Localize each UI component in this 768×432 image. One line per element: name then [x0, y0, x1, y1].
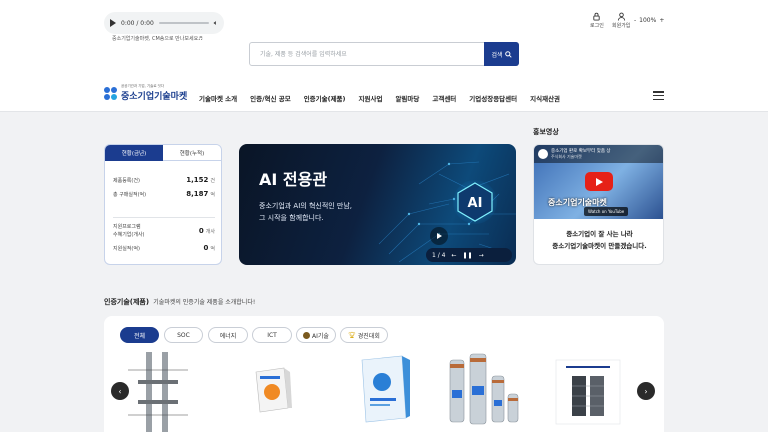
banner-controls: 1 / 4 ← ❚❚ →	[426, 248, 512, 262]
nav-item-about[interactable]: 기술마켓 소개	[199, 93, 237, 103]
video-channel: 주식회사 기술마켓	[551, 154, 582, 159]
product-image[interactable]	[356, 354, 412, 424]
menu-icon[interactable]	[653, 91, 664, 100]
next-icon[interactable]: →	[479, 252, 484, 259]
section-subtitle: 기술마켓의 인증기술 제품을 소개합니다!	[153, 299, 256, 306]
ai-chip-icon: AI	[453, 180, 497, 224]
youtube-play-icon[interactable]	[585, 172, 613, 191]
play-icon[interactable]	[110, 19, 116, 27]
category-all[interactable]: 전체	[120, 327, 159, 343]
stat-row: 지원프로그램 수혜기업(개사) 0 개사	[113, 223, 215, 239]
nav-item-contest[interactable]: 인증/혁신 공모	[250, 93, 291, 103]
stat-unit: 개사	[205, 229, 215, 235]
login-link[interactable]: 로그인	[590, 12, 604, 29]
category-contest-label: 경진대회	[357, 332, 380, 340]
category-ict[interactable]: ICT	[252, 327, 292, 343]
stat-value: 1,152	[186, 176, 209, 184]
signup-label: 회원가입	[612, 23, 631, 29]
promo-line-2: 중소기업기술마켓이 만들겠습니다.	[552, 242, 647, 250]
nav-item-certified[interactable]: 인증기술(제품)	[304, 93, 346, 103]
product-image[interactable]	[250, 366, 294, 414]
nav-item-notice[interactable]: 알림마당	[395, 93, 419, 103]
stat-label: 지원프로그램 수혜기업(개사)	[113, 224, 145, 238]
carousel-next-button[interactable]: ›	[637, 382, 655, 400]
category-energy[interactable]: 에너지	[208, 327, 248, 343]
main-nav: 기술마켓 소개 인증/혁신 공모 인증기술(제품) 지원사업 알림마당 고객센터…	[199, 93, 560, 103]
ai-chip-label: AI	[468, 196, 483, 211]
stat-value: 0	[198, 227, 204, 235]
stat-row: 총 구매실적(억) 8,187 억	[113, 190, 215, 198]
section-title: 인증기술(제품)	[104, 298, 150, 306]
zoom-level: 100%	[639, 17, 657, 24]
banner-title: AI 전용관	[259, 170, 328, 189]
banner-page: 1 / 4	[432, 251, 446, 259]
section-heading: 인증기술(제품) 기술마켓의 인증기술 제품을 소개합니다!	[104, 297, 255, 307]
tab-current-year[interactable]: 현황(금년)	[105, 145, 163, 161]
zoom-control: - 100% +	[634, 17, 664, 24]
audio-player[interactable]: 0:00 / 0:00 🔈︎	[104, 12, 224, 34]
channel-avatar	[538, 149, 548, 159]
audio-progress[interactable]	[158, 22, 209, 24]
play-icon[interactable]	[430, 227, 448, 245]
zoom-in-button[interactable]: +	[659, 17, 664, 24]
nav-item-customer[interactable]: 고객센터	[432, 93, 456, 103]
stat-row: 지원실적(억) 0억	[113, 244, 215, 252]
category-ai[interactable]: AI기술	[296, 327, 336, 343]
banner-line-1: 중소기업과 AI의 혁신적인 만남,	[259, 202, 353, 210]
search-button-label: 검색	[491, 51, 503, 59]
nav-item-support[interactable]: 지원사업	[359, 93, 383, 103]
promo-line-1: 중소기업이 잘 사는 나라	[566, 230, 633, 238]
stat-label: 제품등록(건)	[113, 178, 140, 184]
stat-label: 총 구매실적(억)	[113, 192, 147, 198]
banner-line-2: 그 시작을 함께합니다.	[259, 214, 324, 222]
stat-label: 지원실적(억)	[113, 246, 140, 252]
lock-icon	[593, 12, 601, 21]
stat-unit: 억	[210, 246, 215, 252]
audio-note: 중소기업기술마켓, CM송으로 만나보세요♬	[112, 36, 203, 42]
nav-item-growth[interactable]: 기업성장응답센터	[469, 93, 517, 103]
logo-name: 중소기업기술마켓	[121, 92, 188, 102]
user-icon	[617, 12, 625, 21]
tab-cumulative[interactable]: 현황(누적)	[163, 145, 221, 161]
ai-badge-icon	[303, 331, 311, 339]
trophy-icon: 🏆︎	[348, 331, 356, 339]
site-header: 0:00 / 0:00 🔈︎ 중소기업기술마켓, CM송으로 만나보세요♬ 검색…	[0, 0, 768, 112]
stat-unit: 건	[210, 178, 215, 184]
prev-icon[interactable]: ←	[451, 252, 456, 259]
zoom-out-button[interactable]: -	[634, 17, 636, 24]
audio-time: 0:00 / 0:00	[121, 19, 154, 27]
volume-icon[interactable]: 🔈︎	[214, 19, 218, 28]
watch-on-youtube[interactable]: Watch on YouTube	[584, 207, 629, 216]
stat-unit: 억	[210, 192, 215, 198]
stat-row: 제품등록(건) 1,152 건	[113, 176, 215, 184]
pause-icon[interactable]: ❚❚	[463, 252, 473, 259]
nav-item-ip[interactable]: 지식재산권	[530, 93, 560, 103]
divider	[113, 217, 215, 218]
watch-label: Watch on YouTube	[588, 209, 625, 214]
product-image[interactable]	[440, 350, 540, 430]
stats-panel: 현황(금년) 현황(누적) 제품등록(건) 1,152 건 총 구매실적(억) 8…	[104, 144, 222, 265]
site-logo[interactable]: 공공기관과 기업, 기술로 잇다 중소기업기술마켓	[104, 84, 187, 102]
product-carousel: 전체 SOC 에너지 ICT AI기술 🏆︎ 경진대회 ‹ ›	[104, 316, 664, 432]
search-button[interactable]: 검색	[484, 42, 519, 66]
product-image[interactable]	[552, 356, 624, 428]
stat-value: 0	[203, 244, 209, 252]
promo-card: 중소기업 판로 확보부터 맞춤 상 주식회사 기술마켓 중소기업기술마켓 Wat…	[533, 144, 664, 265]
category-contest[interactable]: 🏆︎ 경진대회	[340, 327, 388, 343]
category-soc[interactable]: SOC	[164, 327, 203, 343]
login-label: 로그인	[590, 23, 604, 29]
search-bar: 검색	[249, 42, 519, 66]
stat-value: 8,187	[186, 190, 209, 198]
search-icon	[504, 50, 512, 58]
category-ai-label: AI기술	[312, 332, 329, 340]
signup-link[interactable]: 회원가입	[612, 12, 630, 29]
search-input[interactable]	[250, 43, 484, 65]
logo-icon	[104, 86, 117, 100]
product-image[interactable]	[118, 350, 200, 432]
video-thumbnail[interactable]: 중소기업 판로 확보부터 맞춤 상 주식회사 기술마켓 중소기업기술마켓 Wat…	[534, 145, 663, 219]
promo-heading: 홍보영상	[533, 128, 559, 136]
